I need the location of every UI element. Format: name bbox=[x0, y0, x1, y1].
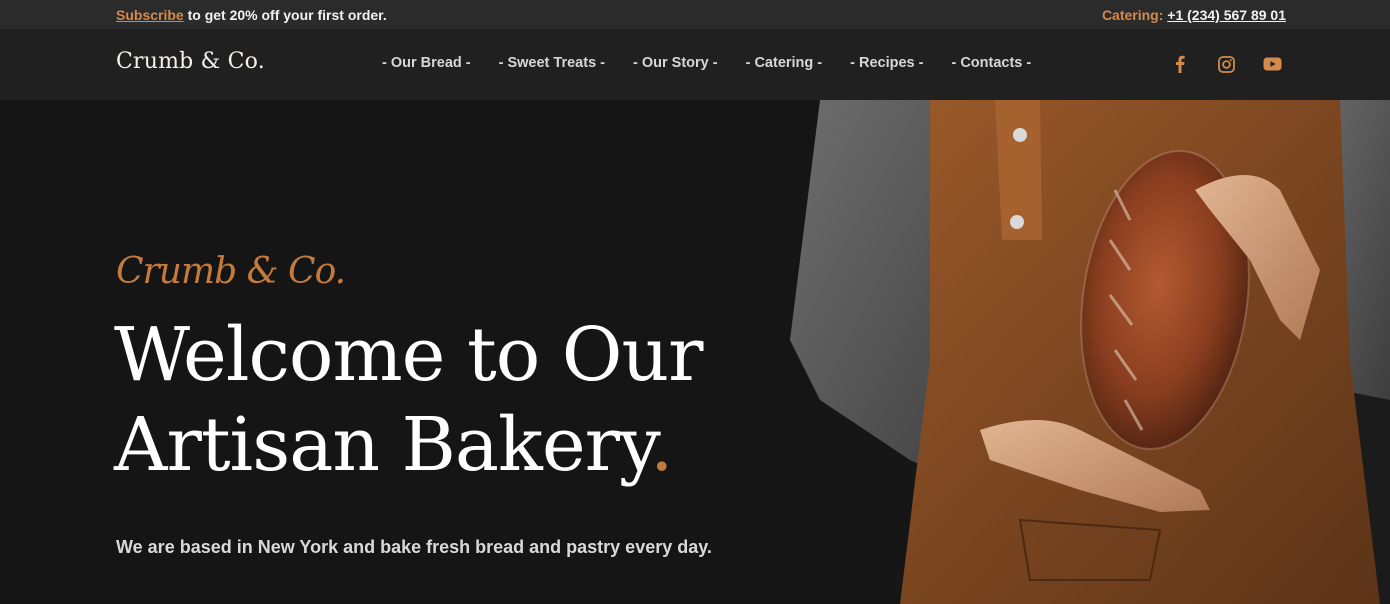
nav-recipes[interactable]: - Recipes - bbox=[850, 55, 923, 71]
site-header: Crumb & Co. - Our Bread - - Sweet Treats… bbox=[0, 29, 1390, 100]
promo-message: Subscribe to get 20% off your first orde… bbox=[116, 7, 387, 23]
nav-contacts[interactable]: - Contacts - bbox=[951, 55, 1031, 71]
hero-text-block: Crumb & Co. Welcome to Our Artisan Baker… bbox=[0, 100, 780, 604]
headline-line-2: Artisan Bakery bbox=[114, 402, 651, 488]
catering-phone-link[interactable]: +1 (234) 567 89 01 bbox=[1167, 7, 1286, 23]
hero-section: Crumb & Co. Welcome to Our Artisan Baker… bbox=[0, 100, 1390, 604]
nav-our-story[interactable]: - Our Story - bbox=[633, 55, 718, 71]
youtube-icon[interactable] bbox=[1262, 54, 1282, 74]
instagram-icon[interactable] bbox=[1216, 54, 1236, 74]
nav-our-bread[interactable]: - Our Bread - bbox=[382, 55, 471, 71]
hero-headline: Welcome to Our Artisan Bakery. bbox=[114, 310, 774, 490]
catering-contact: Catering: +1 (234) 567 89 01 bbox=[1102, 7, 1286, 23]
nav-sweet-treats[interactable]: - Sweet Treats - bbox=[499, 55, 605, 71]
nav-catering[interactable]: - Catering - bbox=[746, 55, 823, 71]
hero-script-title: Crumb & Co. bbox=[116, 251, 346, 292]
promo-text: to get 20% off your first order. bbox=[187, 6, 387, 23]
headline-line-1: Welcome to Our bbox=[114, 312, 703, 398]
hero-baker-image bbox=[780, 100, 1390, 604]
subscribe-link[interactable]: Subscribe bbox=[116, 7, 184, 23]
site-logo[interactable]: Crumb & Co. bbox=[116, 49, 265, 74]
hero-subtitle: We are based in New York and bake fresh … bbox=[116, 537, 712, 557]
main-nav: - Our Bread - - Sweet Treats - - Our Sto… bbox=[382, 55, 1031, 71]
headline-accent-dot: . bbox=[649, 402, 674, 488]
social-links bbox=[1170, 54, 1282, 74]
facebook-icon[interactable] bbox=[1170, 54, 1190, 74]
promo-bar: Subscribe to get 20% off your first orde… bbox=[0, 0, 1390, 29]
catering-label: Catering: bbox=[1101, 6, 1164, 23]
